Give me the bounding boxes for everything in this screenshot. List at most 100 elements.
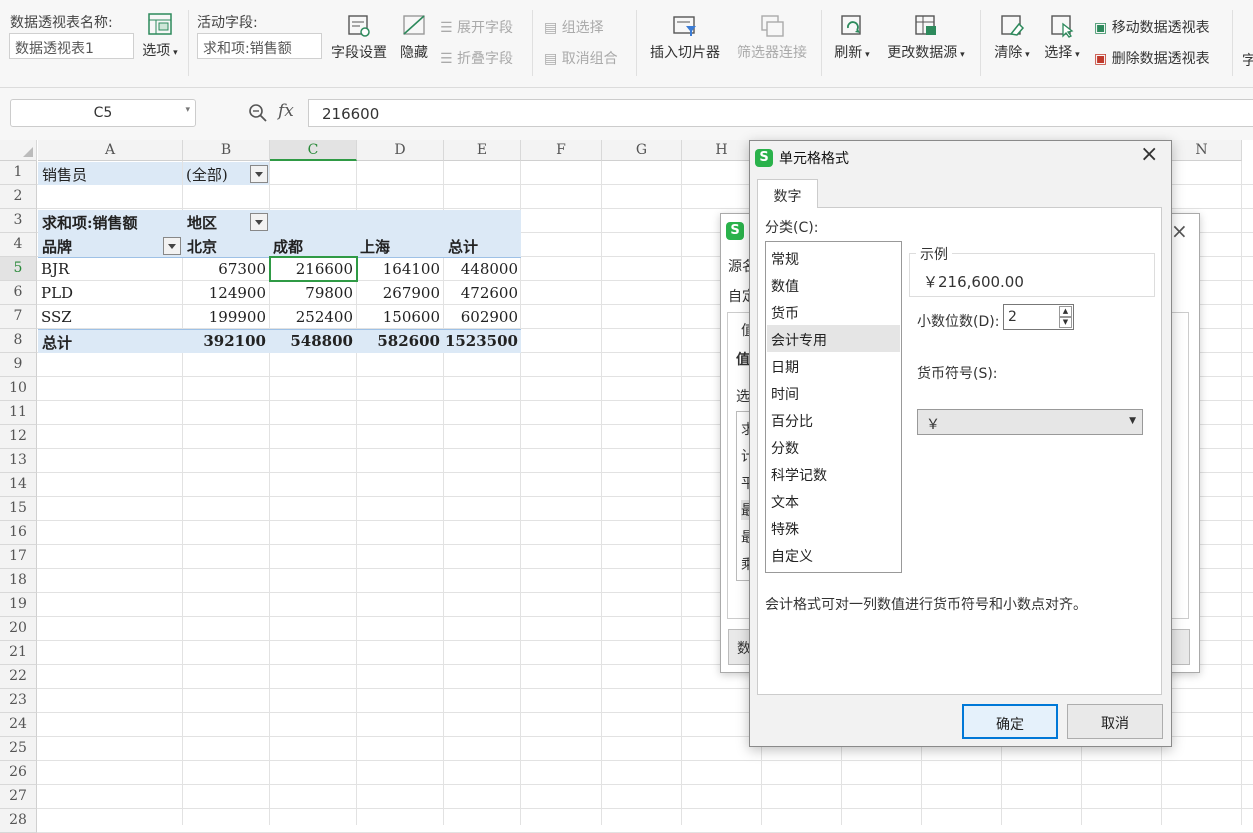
ok-button[interactable]: 确定 xyxy=(962,704,1058,739)
decimal-places-stepper[interactable]: 2 ▲ ▼ xyxy=(1003,304,1074,330)
column-header-e[interactable]: E xyxy=(444,140,521,161)
cell-b4[interactable]: 北京 xyxy=(187,233,217,257)
column-header-f[interactable]: F xyxy=(521,140,602,161)
row-header-6[interactable]: 6 xyxy=(0,281,37,305)
clear-button[interactable]: 清除 ▾ xyxy=(990,14,1034,62)
cell-d5[interactable]: 164100 xyxy=(357,257,443,281)
row-header-20[interactable]: 20 xyxy=(0,617,37,641)
row-header-24[interactable]: 24 xyxy=(0,713,37,737)
close-icon[interactable]: × xyxy=(1171,219,1188,243)
cell-e7[interactable]: 602900 xyxy=(444,305,521,329)
row-header-18[interactable]: 18 xyxy=(0,569,37,593)
row-header-17[interactable]: 17 xyxy=(0,545,37,569)
category-item[interactable]: 日期 xyxy=(767,352,900,379)
cell-c7[interactable]: 252400 xyxy=(270,305,356,329)
cell-b7[interactable]: 199900 xyxy=(183,305,269,329)
cell-e5[interactable]: 448000 xyxy=(444,257,521,281)
cell-b5[interactable]: 67300 xyxy=(183,257,269,281)
category-item[interactable]: 科学记数 xyxy=(767,460,900,487)
cancel-button[interactable]: 取消 xyxy=(1067,704,1163,739)
filter-connections-button[interactable]: 筛选器连接 xyxy=(733,14,811,62)
stepper-down-icon[interactable]: ▼ xyxy=(1059,317,1072,328)
row-header-13[interactable]: 13 xyxy=(0,449,37,473)
row-header-5[interactable]: 5 xyxy=(0,257,37,281)
insert-slicer-button[interactable]: 插入切片器 xyxy=(646,14,724,62)
row-header-9[interactable]: 9 xyxy=(0,353,37,377)
active-field-input[interactable]: 求和项:销售额 xyxy=(197,33,322,59)
hide-button[interactable]: 隐藏 xyxy=(396,14,432,62)
row-header-16[interactable]: 16 xyxy=(0,521,37,545)
category-item[interactable]: 货币 xyxy=(767,298,900,325)
column-header-d[interactable]: D xyxy=(357,140,444,161)
zoom-icon[interactable] xyxy=(248,103,268,123)
filter-dropdown-salesperson[interactable] xyxy=(250,165,268,183)
ribbon-cutoff-label[interactable]: 字 xyxy=(1242,50,1253,70)
column-header-b[interactable]: B xyxy=(183,140,270,161)
delete-pivot-button[interactable]: ▣ 删除数据透视表 xyxy=(1094,48,1210,68)
row-header-14[interactable]: 14 xyxy=(0,473,37,497)
cell-b8[interactable]: 392100 xyxy=(183,329,269,353)
fx-icon[interactable]: fx xyxy=(278,101,294,121)
change-source-button[interactable]: 更改数据源 ▾ xyxy=(882,14,970,62)
cell-c4[interactable]: 成都 xyxy=(273,233,303,257)
cell-d6[interactable]: 267900 xyxy=(357,281,443,305)
name-box-dropdown-icon[interactable]: ▾ xyxy=(185,105,190,115)
cell-a3[interactable]: 求和项:销售额 xyxy=(42,209,138,233)
row-header-19[interactable]: 19 xyxy=(0,593,37,617)
cell-d4[interactable]: 上海 xyxy=(360,233,390,257)
category-item[interactable]: 文本 xyxy=(767,487,900,514)
category-item[interactable]: 分数 xyxy=(767,433,900,460)
cell-b1[interactable]: (全部) xyxy=(186,161,228,185)
category-item[interactable]: 百分比 xyxy=(767,406,900,433)
category-item[interactable]: 数值 xyxy=(767,271,900,298)
row-header-21[interactable]: 21 xyxy=(0,641,37,665)
field-settings-button[interactable]: 字段设置 xyxy=(328,14,390,62)
cell-b6[interactable]: 124900 xyxy=(183,281,269,305)
cell-c8[interactable]: 548800 xyxy=(270,329,356,353)
pivot-name-input[interactable]: 数据透视表1 xyxy=(9,33,134,59)
select-all-corner[interactable] xyxy=(0,140,37,161)
row-header-25[interactable]: 25 xyxy=(0,737,37,761)
row-header-23[interactable]: 23 xyxy=(0,689,37,713)
refresh-button[interactable]: 刷新 ▾ xyxy=(830,14,874,62)
cell-e8[interactable]: 1523500 xyxy=(444,329,521,353)
cell-b3[interactable]: 地区 xyxy=(187,209,217,233)
row-header-2[interactable]: 2 xyxy=(0,185,37,209)
column-header-a[interactable]: A xyxy=(38,140,183,161)
stepper-up-icon[interactable]: ▲ xyxy=(1059,306,1072,317)
cell-a8[interactable]: 总计 xyxy=(42,329,72,353)
row-header-3[interactable]: 3 xyxy=(0,209,37,233)
column-header-c[interactable]: C xyxy=(270,140,357,161)
category-item[interactable]: 时间 xyxy=(767,379,900,406)
expand-field-button[interactable]: ☰ 展开字段 xyxy=(440,17,513,37)
cell-d8[interactable]: 582600 xyxy=(357,329,443,353)
tab-number[interactable]: 数字 xyxy=(757,179,818,208)
row-header-1[interactable]: 1 xyxy=(0,161,37,185)
filter-dropdown-region[interactable] xyxy=(250,213,268,231)
cell-a5[interactable]: BJR xyxy=(41,257,69,281)
column-header-g[interactable]: G xyxy=(602,140,682,161)
column-header-n[interactable]: N xyxy=(1162,140,1242,161)
row-header-12[interactable]: 12 xyxy=(0,425,37,449)
currency-symbol-select[interactable]: ￥ ▼ xyxy=(917,409,1143,435)
row-header-4[interactable]: 4 xyxy=(0,233,37,257)
cell-d7[interactable]: 150600 xyxy=(357,305,443,329)
cell-a1[interactable]: 销售员 xyxy=(42,161,87,185)
row-header-28[interactable]: 28 xyxy=(0,809,37,833)
category-item[interactable]: 特殊 xyxy=(767,514,900,541)
category-item[interactable]: 常规 xyxy=(767,244,900,271)
row-header-15[interactable]: 15 xyxy=(0,497,37,521)
cell-a6[interactable]: PLD xyxy=(41,281,73,305)
row-header-10[interactable]: 10 xyxy=(0,377,37,401)
cell-e6[interactable]: 472600 xyxy=(444,281,521,305)
category-item[interactable]: 会计专用 xyxy=(767,325,900,352)
collapse-field-button[interactable]: ☰ 折叠字段 xyxy=(440,48,513,68)
cell-a4[interactable]: 品牌 xyxy=(42,233,72,257)
row-header-7[interactable]: 7 xyxy=(0,305,37,329)
ungroup-button[interactable]: ▤ 取消组合 xyxy=(544,48,618,68)
category-item[interactable]: 自定义 xyxy=(767,541,900,568)
row-header-27[interactable]: 27 xyxy=(0,785,37,809)
close-icon[interactable]: × xyxy=(1140,142,1158,167)
cell-c6[interactable]: 79800 xyxy=(270,281,356,305)
cell-e4[interactable]: 总计 xyxy=(448,233,478,257)
